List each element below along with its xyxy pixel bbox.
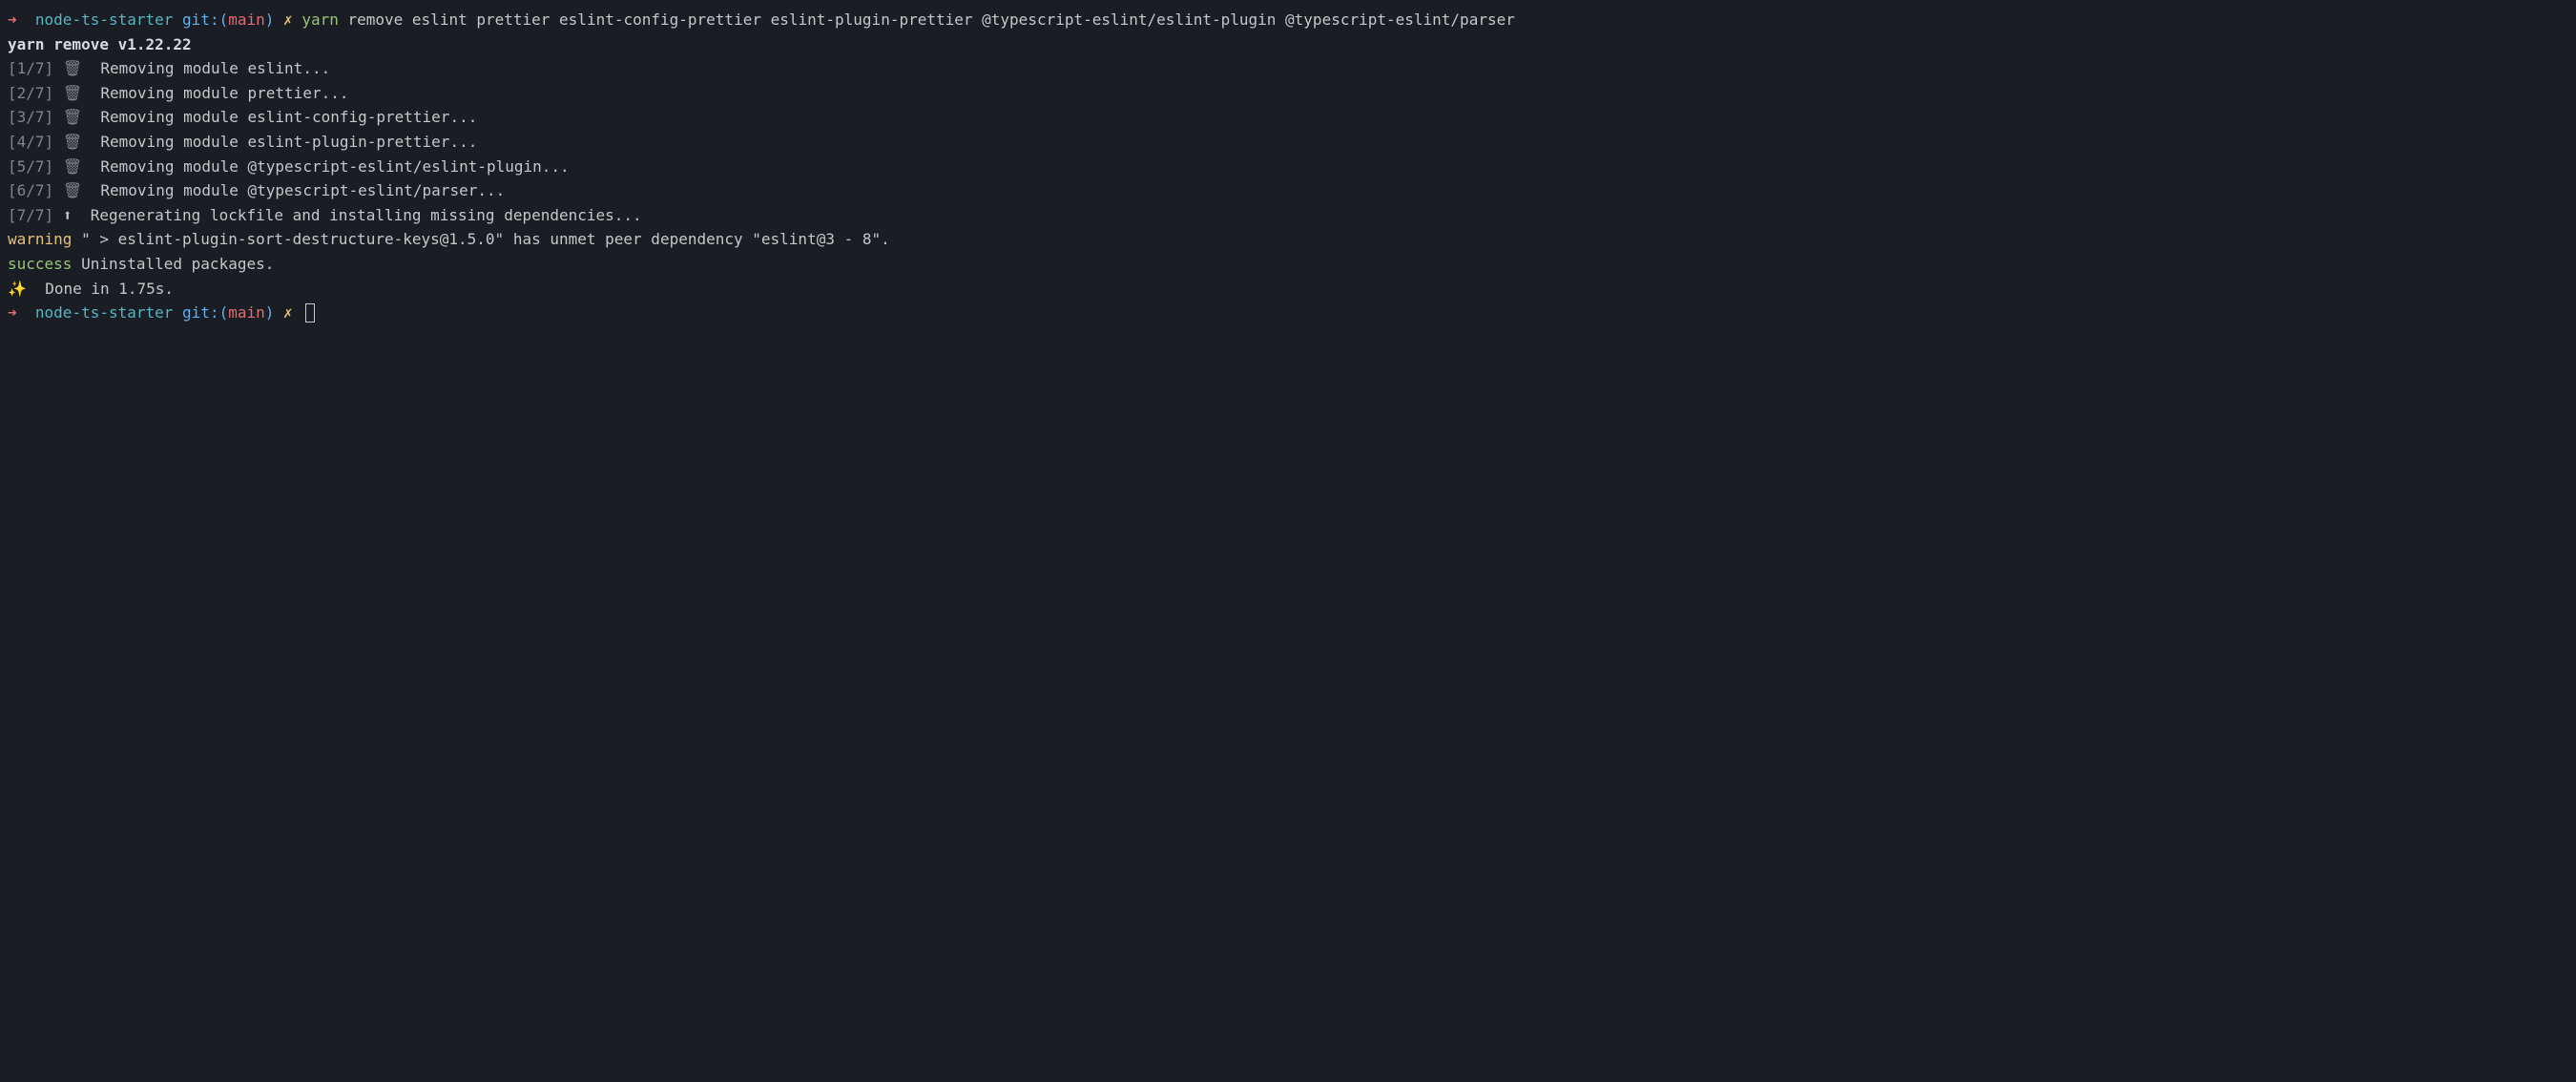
step-counter: [1/7] (8, 56, 53, 81)
step-counter: [7/7] (8, 203, 53, 228)
prompt-directory: node-ts-starter (35, 301, 174, 325)
step-text: Removing module prettier... (82, 81, 348, 106)
prompt-arrow-icon: ➜ (8, 301, 17, 325)
git-label: git: (182, 301, 219, 325)
trash-icon: 🗑 (63, 155, 82, 179)
success-text: Uninstalled packages. (72, 252, 274, 277)
step-text: Removing module @typescript-eslint/parse… (82, 178, 505, 203)
trash-icon: 🗑 (63, 56, 82, 81)
warning-text: " > eslint-plugin-sort-destructure-keys@… (72, 227, 889, 252)
step-counter: [4/7] (8, 130, 53, 155)
git-label: git: (182, 8, 219, 32)
warning-label: warning (8, 227, 72, 252)
step-text: Regenerating lockfile and installing mis… (72, 203, 641, 228)
done-text: Done in 1.75s. (27, 277, 174, 302)
step-line: [3/7] 🗑 Removing module eslint-config-pr… (8, 105, 2568, 130)
yarn-version-line: yarn remove v1.22.22 (8, 32, 2568, 57)
dirty-indicator-icon: ✗ (283, 301, 293, 325)
prompt-arrow-icon: ➜ (8, 8, 17, 32)
git-branch: main (228, 301, 265, 325)
step-text: Removing module eslint-config-prettier..… (82, 105, 477, 130)
git-branch: main (228, 8, 265, 32)
arrow-up-icon: ⬆ (63, 203, 73, 228)
done-line: ✨ Done in 1.75s. (8, 277, 2568, 302)
step-counter: [3/7] (8, 105, 53, 130)
step-line: [4/7] 🗑 Removing module eslint-plugin-pr… (8, 130, 2568, 155)
trash-icon: 🗑 (63, 178, 82, 203)
trash-icon: 🗑 (63, 105, 82, 130)
paren-close: ) (265, 8, 275, 32)
step-text: Removing module eslint-plugin-prettier..… (82, 130, 477, 155)
step-text: Removing module @typescript-eslint/eslin… (82, 155, 570, 179)
prompt-directory: node-ts-starter (35, 8, 174, 32)
step-line: [7/7] ⬆ Regenerating lockfile and instal… (8, 203, 2568, 228)
paren-open: ( (219, 8, 229, 32)
dirty-indicator-icon: ✗ (283, 8, 293, 32)
step-counter: [2/7] (8, 81, 53, 106)
success-label: success (8, 252, 72, 277)
step-text: Removing module eslint... (82, 56, 330, 81)
success-line: success Uninstalled packages. (8, 252, 2568, 277)
sparkle-icon: ✨ (8, 277, 27, 302)
step-line: [6/7] 🗑 Removing module @typescript-esli… (8, 178, 2568, 203)
prompt-line-1: ➜ node-ts-starter git:(main) ✗ yarn remo… (8, 8, 2568, 32)
step-line: [1/7] 🗑 Removing module eslint... (8, 56, 2568, 81)
step-line: [2/7] 🗑 Removing module prettier... (8, 81, 2568, 106)
command-yarn: yarn (301, 8, 339, 32)
cursor-icon (305, 303, 315, 323)
paren-close: ) (265, 301, 275, 325)
step-line: [5/7] 🗑 Removing module @typescript-esli… (8, 155, 2568, 179)
terminal-output[interactable]: ➜ node-ts-starter git:(main) ✗ yarn remo… (8, 8, 2568, 325)
step-counter: [5/7] (8, 155, 53, 179)
command-args: remove eslint prettier eslint-config-pre… (347, 8, 1514, 32)
warning-line: warning " > eslint-plugin-sort-destructu… (8, 227, 2568, 252)
step-counter: [6/7] (8, 178, 53, 203)
trash-icon: 🗑 (63, 130, 82, 155)
trash-icon: 🗑 (63, 81, 82, 106)
paren-open: ( (219, 301, 229, 325)
prompt-line-2[interactable]: ➜ node-ts-starter git:(main) ✗ (8, 301, 2568, 325)
